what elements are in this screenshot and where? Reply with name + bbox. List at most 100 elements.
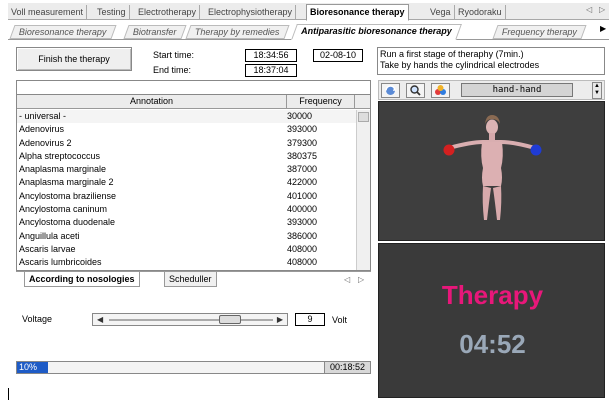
- bottom-tab-right-icon[interactable]: ▷: [358, 275, 364, 284]
- table-row[interactable]: Ancylostoma duodenale 393000: [17, 216, 357, 229]
- voltage-slider[interactable]: ◀ ▶: [92, 313, 288, 326]
- tab-voll-measurement[interactable]: Voll measurement: [8, 5, 88, 20]
- remaining-time: 00:18:52: [324, 362, 370, 373]
- color-palette-icon[interactable]: [431, 83, 450, 98]
- table-scrollbar[interactable]: [356, 110, 370, 270]
- voltage-unit: Volt: [332, 315, 348, 325]
- annotation-cell: - universal -: [19, 111, 67, 121]
- subtab-biotransfer[interactable]: Biotransfer: [123, 25, 187, 39]
- annotation-cell: Alpha streptococcus: [19, 150, 101, 161]
- frequency-cell: 408000: [287, 243, 318, 254]
- frequency-cell: 393000: [287, 217, 318, 228]
- body-viewer: [378, 101, 605, 241]
- column-annotation[interactable]: Annotation: [17, 95, 287, 109]
- sub-tab-bar: Bioresonance therapy Biotransfer Therapy…: [8, 23, 609, 40]
- frequency-cell: 393000: [287, 124, 318, 135]
- table-row[interactable]: Alpha streptococcus 380375: [17, 150, 357, 163]
- scrollbar-thumb[interactable]: [358, 112, 369, 122]
- annotation-cell: Ancylostoma duodenale: [19, 217, 116, 228]
- end-time-value: 18:37:04: [245, 64, 297, 77]
- annotation-cell: Adenovirus 2: [19, 137, 72, 148]
- tab-scroll-left-icon[interactable]: ◁: [586, 5, 592, 14]
- subtab-scroll-right-icon[interactable]: ▶: [600, 24, 606, 33]
- voltage-value[interactable]: 9: [295, 313, 325, 326]
- table-row[interactable]: Ascaris larvae 408000: [17, 243, 357, 256]
- rotate-icon[interactable]: [381, 83, 400, 98]
- top-tab-bar: Voll measurement Testing Electrotherapy …: [8, 3, 609, 21]
- therapy-display: Therapy 04:52: [378, 243, 605, 398]
- frequency-cell: 400000: [287, 204, 318, 215]
- body-figure-icon: [443, 115, 542, 220]
- annotation-cell: Anaplasma marginale: [19, 164, 107, 175]
- tab-bioresonance-therapy[interactable]: Bioresonance therapy: [306, 4, 409, 21]
- left-electrode-icon: [443, 144, 455, 156]
- end-time-label: End time:: [153, 65, 192, 75]
- instruction-line-1: Run a first stage of theraphy (7min.): [380, 49, 524, 59]
- table-row[interactable]: Ancylostoma braziliense 401000: [17, 190, 357, 203]
- start-time-value: 18:34:56: [245, 49, 297, 62]
- annotation-cell: Ancylostoma caninum: [19, 204, 108, 215]
- frequency-cell: 408000: [287, 257, 318, 268]
- subtab-antiparasitic-bioresonance-therapy[interactable]: Antiparasitic bioresonance therapy: [291, 24, 462, 40]
- subtab-frequency-therapy[interactable]: Frequency therapy: [492, 25, 587, 39]
- progress-percent: 10%: [19, 362, 38, 372]
- tab-ryodoraku[interactable]: Ryodoraku: [455, 5, 506, 20]
- table-row[interactable]: Anaplasma marginale 387000: [17, 163, 357, 176]
- therapy-title: Therapy: [441, 280, 544, 310]
- tab-according-to-nosologies[interactable]: According to nosologies: [24, 272, 140, 287]
- table-row[interactable]: - universal - 30000: [17, 110, 357, 124]
- tab-testing[interactable]: Testing: [94, 5, 130, 20]
- annotation-cell: Adenovirus: [19, 124, 65, 135]
- frequency-cell: 422000: [287, 177, 318, 188]
- therapy-progress: 10% 00:18:52: [16, 361, 371, 374]
- table-row[interactable]: Adenovirus 2 379300: [17, 137, 357, 150]
- tab-electrophysiotherapy[interactable]: Electrophysiotherapy: [205, 5, 297, 20]
- annotation-cell: Ascaris larvae: [19, 243, 76, 254]
- frequency-cell: 387000: [287, 164, 318, 175]
- frequency-cell: 379300: [287, 137, 318, 148]
- electrode-mode-display: hand-hand: [461, 83, 573, 97]
- frequency-cell: 30000: [287, 111, 313, 121]
- annotation-cell: Anaplasma marginale 2: [19, 177, 114, 188]
- slider-right-icon[interactable]: ▶: [277, 314, 283, 325]
- table-row[interactable]: Ancylostoma caninum 400000: [17, 203, 357, 216]
- subtab-bioresonance-therapy[interactable]: Bioresonance therapy: [9, 25, 117, 39]
- frequency-cell: 386000: [287, 230, 318, 241]
- tab-scroll-right-icon[interactable]: ▷: [599, 5, 605, 14]
- table-row[interactable]: Adenovirus 393000: [17, 123, 357, 136]
- table-header: Annotation Frequency: [17, 95, 370, 109]
- nosology-table: Annotation Frequency - universal -30000 A…: [16, 94, 371, 271]
- frequency-cell: 401000: [287, 190, 318, 201]
- table-row[interactable]: Anguillula aceti 386000: [17, 230, 357, 243]
- finish-therapy-button[interactable]: Finish the therapy: [16, 47, 132, 71]
- instruction-line-2: Take by hands the cylindrical electrodes: [380, 60, 540, 70]
- frequency-cell: 380375: [287, 150, 318, 161]
- bottom-tab-left-icon[interactable]: ◁: [344, 275, 350, 284]
- viewer-toolbar: hand-hand ▲ ▼: [378, 80, 605, 100]
- slider-knob[interactable]: [219, 315, 242, 324]
- annotation-cell: Ancylostoma braziliense: [19, 190, 117, 201]
- therapy-timer: 04:52: [459, 329, 526, 359]
- annotation-cell: Anguillula aceti: [19, 230, 80, 241]
- right-electrode-icon: [530, 144, 542, 156]
- mode-spinner[interactable]: ▲ ▼: [592, 82, 602, 99]
- date-value: 02-08-10: [313, 49, 363, 62]
- voltage-label: Voltage: [22, 314, 53, 324]
- table-row[interactable]: Ascaris lumbricoides 408000: [17, 256, 357, 269]
- table-filter-field: [16, 80, 371, 94]
- table-row[interactable]: Anaplasma marginale 2 422000: [17, 176, 357, 189]
- tab-scheduller[interactable]: Scheduller: [164, 272, 217, 287]
- instruction-box: Run a first stage of theraphy (7min.) Ta…: [377, 47, 605, 75]
- annotation-cell: Ascaris lumbricoides: [19, 257, 102, 268]
- tab-vega[interactable]: Vega: [427, 5, 455, 20]
- start-time-label: Start time:: [153, 50, 195, 60]
- zoom-icon[interactable]: [406, 83, 425, 98]
- column-frequency[interactable]: Frequency: [287, 95, 355, 109]
- slider-left-icon[interactable]: ◀: [97, 314, 103, 325]
- table-body: - universal -30000 Adenovirus 393000 Adenov…: [17, 110, 357, 270]
- table-bottom-tabs: According to nosologies Scheduller ◁ ▷: [16, 271, 371, 287]
- tab-electrotherapy[interactable]: Electrotherapy: [135, 5, 201, 20]
- slider-track: [109, 319, 273, 321]
- subtab-therapy-by-remedies[interactable]: Therapy by remedies: [185, 25, 290, 39]
- text-cursor: [8, 388, 9, 400]
